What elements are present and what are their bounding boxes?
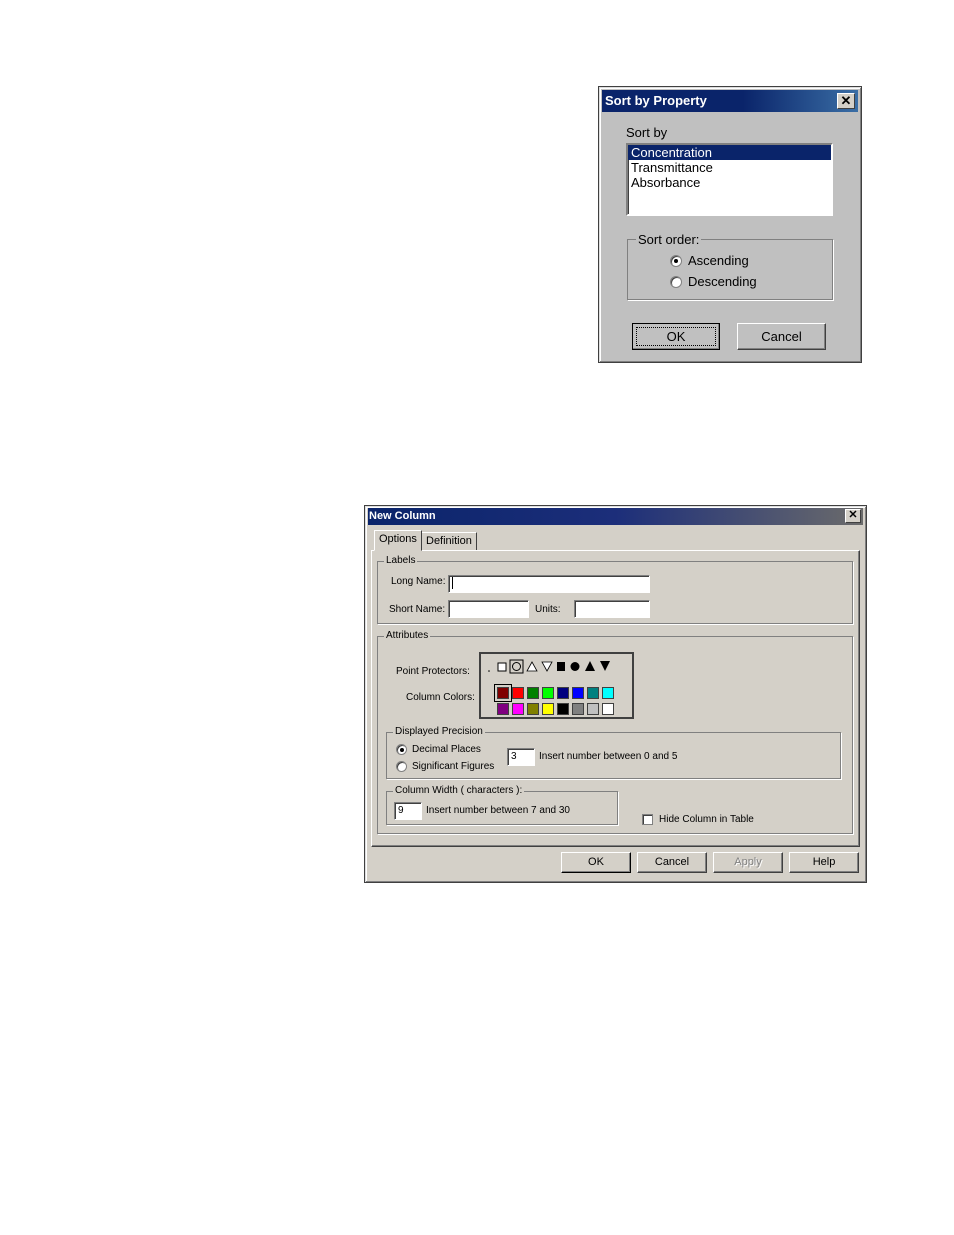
color-swatch[interactable] [602, 687, 614, 699]
color-swatch[interactable] [572, 687, 584, 699]
close-icon[interactable]: ✕ [845, 509, 861, 523]
ok-button[interactable]: OK [632, 323, 720, 350]
hollow-triangle-up-marker-icon[interactable] [526, 661, 538, 672]
cancel-button[interactable]: Cancel [737, 323, 826, 350]
column-width-hint: Insert number between 7 and 30 [426, 805, 570, 816]
units-input[interactable] [574, 600, 650, 618]
sort-by-property-dialog: Sort by Property ✕ Sort by Concentration… [598, 86, 862, 363]
descending-label: Descending [688, 274, 757, 289]
filled-circle-marker-icon[interactable] [570, 662, 580, 671]
sort-option-absorbance[interactable]: Absorbance [628, 175, 831, 190]
sort-dialog-title: Sort by Property [605, 93, 707, 108]
column-width-group: Column Width ( characters ): 9 Insert nu… [386, 785, 618, 825]
tab-options[interactable]: Options [374, 530, 422, 551]
focus-rectangle [636, 327, 716, 346]
new-column-title: New Column [369, 510, 436, 522]
hide-column-label: Hide Column in Table [659, 814, 754, 825]
units-label: Units: [535, 604, 561, 615]
sort-dialog-titlebar: Sort by Property ✕ [602, 90, 858, 112]
selected-marker-frame [509, 659, 524, 674]
precision-input[interactable]: 3 [507, 748, 535, 766]
color-swatch[interactable] [557, 687, 569, 699]
color-swatch[interactable] [527, 687, 539, 699]
new-column-dialog: New Column ✕ Options Definition Labels L… [364, 505, 867, 883]
color-swatch[interactable] [512, 687, 524, 699]
filled-triangle-down-marker-icon[interactable] [600, 661, 610, 671]
tab-definition[interactable]: Definition [421, 532, 477, 551]
column-colors-label: Column Colors: [406, 692, 475, 703]
decimal-places-label: Decimal Places [412, 744, 481, 755]
color-swatch[interactable] [572, 703, 584, 715]
help-button[interactable]: Help [789, 852, 859, 873]
ascending-radio-option[interactable]: Ascending [670, 253, 749, 268]
color-swatch[interactable] [527, 703, 539, 715]
long-name-input[interactable] [448, 575, 650, 593]
decimal-places-option[interactable]: Decimal Places [396, 744, 481, 755]
cancel-button[interactable]: Cancel [637, 852, 707, 873]
color-swatch[interactable] [542, 687, 554, 699]
point-protectors-row [488, 659, 610, 674]
hide-column-checkbox[interactable] [642, 814, 653, 825]
sort-order-group: Sort order: Ascending Descending [627, 232, 833, 300]
significant-figures-option[interactable]: Significant Figures [396, 761, 494, 772]
sort-by-listbox[interactable]: Concentration Transmittance Absorbance [626, 143, 833, 216]
descending-radio[interactable] [670, 275, 682, 288]
attributes-group: Attributes Point Protectors: Column Colo… [377, 630, 853, 834]
attributes-legend: Attributes [384, 630, 431, 641]
ascending-label: Ascending [688, 253, 749, 268]
column-width-input[interactable]: 9 [394, 802, 422, 820]
ok-button[interactable]: OK [561, 852, 631, 873]
point-protectors-label: Point Protectors: [396, 666, 470, 677]
text-cursor [452, 577, 453, 590]
displayed-precision-group: Displayed Precision Decimal Places Signi… [386, 726, 841, 779]
color-swatch[interactable] [587, 703, 599, 715]
close-icon[interactable]: ✕ [837, 93, 855, 109]
ascending-radio[interactable] [670, 254, 682, 267]
attributes-palette [479, 652, 634, 719]
labels-legend: Labels [384, 555, 418, 566]
color-swatch[interactable] [497, 703, 509, 715]
new-column-titlebar: New Column ✕ [368, 508, 863, 525]
short-name-input[interactable] [448, 600, 529, 618]
sort-option-transmittance[interactable]: Transmittance [628, 160, 831, 175]
options-tab-panel: Labels Long Name: Short Name: Units: Att… [371, 550, 860, 847]
precision-hint: Insert number between 0 and 5 [539, 751, 678, 762]
color-swatch[interactable] [512, 703, 524, 715]
color-swatch[interactable] [557, 703, 569, 715]
apply-button[interactable]: Apply [713, 852, 783, 873]
decimal-places-radio[interactable] [396, 744, 407, 755]
color-swatch[interactable] [587, 687, 599, 699]
hollow-circle-marker-icon[interactable] [512, 662, 521, 671]
short-name-label: Short Name: [389, 604, 446, 615]
hollow-triangle-down-marker-icon[interactable] [541, 661, 553, 672]
significant-figures-radio[interactable] [396, 761, 407, 772]
color-swatch[interactable] [542, 703, 554, 715]
significant-figures-label: Significant Figures [412, 761, 495, 772]
hollow-square-marker-icon[interactable] [497, 662, 507, 672]
descending-radio-option[interactable]: Descending [670, 274, 757, 289]
sort-by-label: Sort by [626, 125, 668, 140]
sort-option-concentration[interactable]: Concentration [628, 145, 831, 160]
labels-group: Labels Long Name: Short Name: Units: [377, 555, 853, 624]
color-swatch[interactable] [497, 687, 509, 699]
filled-triangle-up-marker-icon[interactable] [585, 661, 595, 671]
sort-order-legend: Sort order: [636, 232, 702, 247]
color-swatch[interactable] [602, 703, 614, 715]
displayed-precision-legend: Displayed Precision [393, 726, 485, 737]
column-width-legend: Column Width ( characters ): [393, 785, 525, 796]
dot-marker-icon[interactable] [488, 670, 490, 672]
hide-column-option[interactable]: Hide Column in Table [642, 814, 754, 825]
long-name-label: Long Name: [391, 576, 446, 587]
filled-square-marker-icon[interactable] [557, 662, 565, 671]
